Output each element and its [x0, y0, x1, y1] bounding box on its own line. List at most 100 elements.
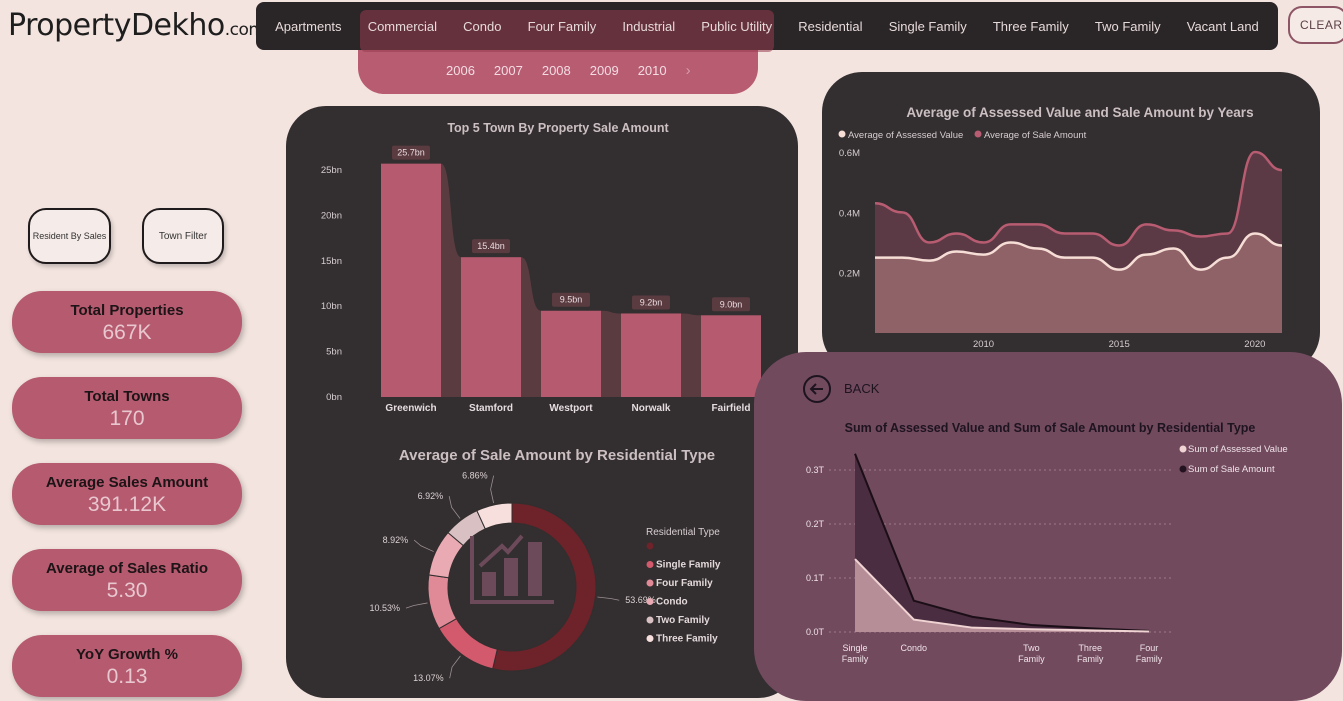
legend-entry[interactable]: Condo [656, 597, 688, 608]
years-chart: Average of Assessed Value and Sale Amoun… [838, 105, 1283, 350]
year-2006[interactable]: 2006 [446, 63, 475, 78]
nav-public-utility[interactable]: Public Utility [693, 13, 780, 40]
year-2007[interactable]: 2007 [494, 63, 523, 78]
nav-condo[interactable]: Condo [455, 13, 509, 40]
x-tick-label: Stamford [469, 403, 513, 414]
y-tick-label: 0.6M [839, 148, 860, 159]
kpi-value: 170 [109, 407, 145, 430]
bar-chart-title: Top 5 Town By Property Sale Amount [447, 121, 669, 135]
year-2008[interactable]: 2008 [542, 63, 571, 78]
nav-two-family[interactable]: Two Family [1087, 13, 1169, 40]
nav-single-family[interactable]: Single Family [881, 13, 975, 40]
slice-leader [490, 475, 495, 504]
y-tick-label: 0.2M [839, 269, 860, 280]
bar-ribbon [601, 310, 621, 397]
data-label: 9.2bn [640, 297, 663, 307]
bar-stamford[interactable] [461, 257, 521, 397]
bar-norwalk[interactable] [621, 313, 681, 397]
kpi-value: 5.30 [106, 579, 148, 602]
x-tick-label: Three Family [1077, 643, 1104, 664]
y-tick-label: 15bn [321, 256, 342, 267]
year-slicer: 2006 2007 2008 2009 2010 › [358, 46, 758, 94]
nav-four-family[interactable]: Four Family [520, 13, 605, 40]
bar-westport[interactable] [541, 310, 601, 397]
nav-industrial[interactable]: Industrial [614, 13, 683, 40]
x-tick-label: 2020 [1244, 339, 1265, 350]
slice-label: 6.86% [462, 471, 488, 481]
slice-leader [413, 539, 434, 552]
y-tick-label: 10bn [321, 301, 342, 312]
x-tick-label: Condo [901, 643, 928, 653]
year-2010[interactable]: 2010 [638, 63, 667, 78]
kpi-title: YoY Growth % [76, 646, 178, 663]
legend-entry[interactable]: Average of Assessed Value [848, 130, 963, 141]
legend-entry[interactable]: Four Family [656, 578, 713, 589]
kpi-yoy-growth: YoY Growth % 0.13 [12, 635, 242, 697]
donut-chart-title: Average of Sale Amount by Residential Ty… [399, 447, 715, 464]
slice-label: 8.92% [383, 535, 409, 545]
data-label: 9.0bn [720, 299, 743, 309]
legend-marker [646, 542, 654, 550]
nav-commercial[interactable]: Commercial [360, 13, 445, 40]
series-line[interactable] [874, 150, 1283, 247]
clear-button[interactable]: CLEAR [1288, 6, 1343, 44]
slice-leader [449, 655, 461, 679]
x-tick-label: Single Family [842, 643, 869, 664]
legend-entry[interactable]: Sum of Assessed Value [1188, 444, 1288, 455]
back-arrow-icon[interactable] [802, 374, 832, 404]
kpi-value: 667K [102, 321, 152, 344]
legend-marker [646, 616, 654, 624]
legend-entry[interactable]: Two Family [656, 615, 710, 626]
y-tick-label: 0bn [326, 392, 342, 403]
kpi-average-sales-amount: Average Sales Amount 391.12K [12, 463, 242, 525]
legend-marker [1179, 445, 1187, 453]
x-tick-label: Norwalk [632, 403, 671, 414]
x-tick-label: Two Family [1018, 643, 1045, 664]
property-type-nav: Apartments Commercial Condo Four Family … [256, 2, 1278, 52]
right-panel: Average of Assessed Value and Sale Amoun… [822, 72, 1320, 372]
y-tick-label: 0.1T [806, 573, 825, 583]
legend-entry[interactable]: Average of Sale Amount [984, 130, 1087, 141]
kpi-total-properties: Total Properties 667K [12, 291, 242, 353]
x-tick-label: Westport [549, 403, 593, 414]
kpi-total-towns: Total Towns 170 [12, 377, 242, 439]
kpi-title: Average of Sales Ratio [45, 560, 208, 577]
legend-entry[interactable]: Single Family [656, 560, 721, 571]
legend-entry[interactable]: Three Family [656, 634, 718, 645]
year-2009[interactable]: 2009 [590, 63, 619, 78]
bar-greenwich[interactable] [381, 163, 441, 397]
slice-leader [597, 596, 620, 601]
kpi-value: 391.12K [87, 493, 167, 516]
chart-icon [470, 534, 554, 604]
y-tick-label: 20bn [321, 210, 342, 221]
town-filter-button[interactable]: Town Filter [142, 208, 224, 264]
nav-apartments[interactable]: Apartments [267, 13, 349, 40]
resident-by-sales-button[interactable]: Resident By Sales [28, 208, 111, 264]
nav-residential[interactable]: Residential [790, 13, 870, 40]
data-label: 9.5bn [560, 295, 583, 305]
bar-fairfield[interactable] [701, 315, 761, 397]
legend-entry[interactable]: Sum of Sale Amount [1188, 464, 1275, 475]
nav-three-family[interactable]: Three Family [985, 13, 1077, 40]
y-tick-label: 0.2T [806, 519, 825, 529]
legend-marker [838, 130, 846, 138]
x-tick-label: Fairfield [712, 403, 751, 414]
middle-charts: Top 5 Town By Property Sale Amount 0bn 5b… [321, 121, 761, 683]
donut-slice[interactable] [427, 574, 458, 630]
bar-ribbon [521, 257, 541, 397]
slice-leader [448, 496, 461, 519]
y-tick-label: 0.0T [806, 627, 825, 637]
donut-slice[interactable] [438, 617, 498, 670]
data-label: 25.7bn [397, 148, 425, 158]
y-tick-label: 0.4M [839, 208, 860, 219]
legend-title: Residential Type [646, 527, 720, 538]
y-tick-label: 5bn [326, 347, 342, 358]
nav-vacant-land[interactable]: Vacant Land [1179, 13, 1267, 40]
chevron-right-icon[interactable]: › [686, 62, 691, 79]
slice-label: 10.53% [369, 603, 400, 613]
x-tick-label: 2015 [1109, 339, 1130, 350]
legend-marker [646, 579, 654, 587]
back-button-label[interactable]: BACK [844, 381, 879, 396]
legend-marker [1179, 465, 1187, 473]
x-tick-label: Greenwich [385, 403, 436, 414]
